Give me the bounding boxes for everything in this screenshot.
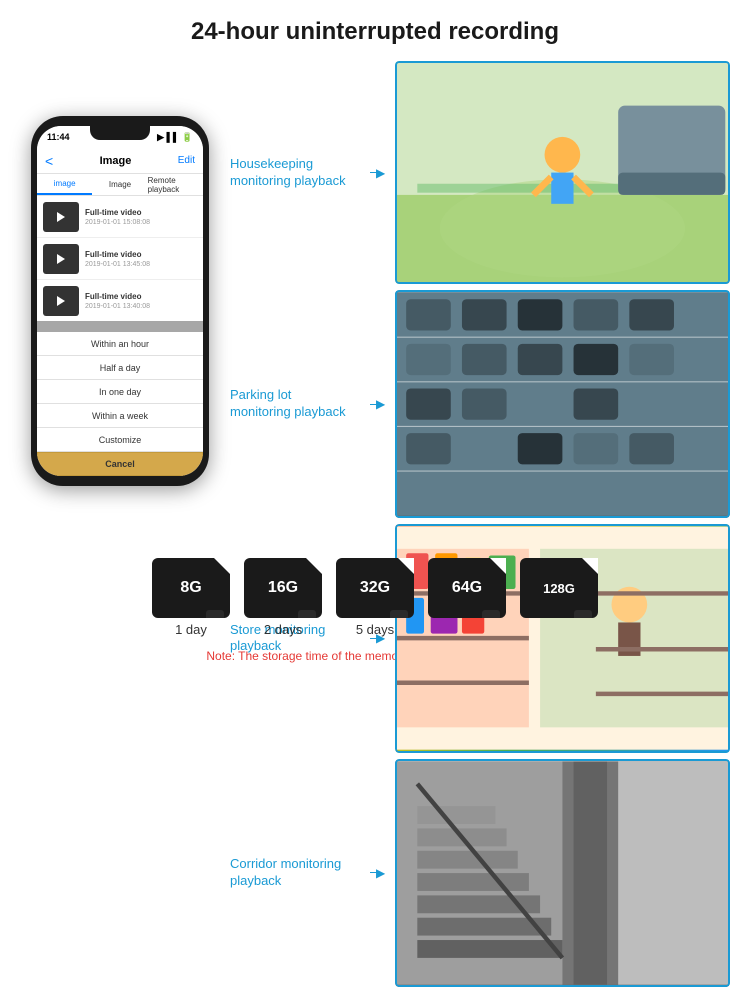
sd-label-16g: 16G (268, 579, 298, 597)
monitoring-label-corridor: Corridor monitoringplayback (230, 856, 360, 890)
sd-card-32g: 32G (336, 558, 414, 618)
video-item-1[interactable]: Full-time video 2019-01-01 15:08:08 (37, 196, 203, 238)
dropdown-item-4[interactable]: Within a week (37, 404, 203, 428)
storage-card-8g: 8G 1 day (152, 558, 230, 637)
phone-time: 11:44 (47, 132, 70, 142)
storage-days-16g: 2 days (264, 622, 302, 637)
video-thumb-3 (43, 286, 79, 316)
tab-image2[interactable]: Image (92, 174, 147, 195)
sd-label-128g: 128G (543, 581, 575, 596)
monitoring-row-corridor: Corridor monitoringplayback ▶ (230, 759, 730, 987)
monitoring-label-housekeeping: Housekeepingmonitoring playback (230, 156, 360, 190)
connector-parking: ▶ (370, 397, 385, 411)
connector-corridor: ▶ (370, 866, 385, 880)
video-info-2: Full-time video 2019-01-01 13:45:08 (85, 250, 197, 268)
video-title-1: Full-time video (85, 208, 197, 217)
dropdown-item-3[interactable]: In one day (37, 380, 203, 404)
storage-days-8g: 1 day (175, 622, 207, 637)
nav-edit-button[interactable]: Edit (178, 155, 195, 166)
video-item-3[interactable]: Full-time video 2019-01-01 13:40:08 (37, 280, 203, 322)
nav-back-button[interactable]: < (45, 153, 53, 169)
video-title-3: Full-time video (85, 292, 197, 301)
phone-screen: 11:44 ▶ ▌▌ 🔋 < Image Edit image Image Re… (37, 126, 203, 476)
sd-card-8g: 8G (152, 558, 230, 618)
sd-label-32g: 32G (360, 579, 390, 597)
page-title: 24-hour uninterrupted recording (20, 18, 730, 46)
parking-photo (395, 290, 730, 518)
phone-nav-bar: < Image Edit (37, 148, 203, 174)
phone-mockup: 11:44 ▶ ▌▌ 🔋 < Image Edit image Image Re… (31, 116, 209, 486)
monitoring-row-housekeeping: Housekeepingmonitoring playback ▶ (230, 61, 730, 284)
sd-card-notch-4 (490, 558, 506, 574)
dropdown-menu: Within an hour Half a day In one day Wit… (37, 332, 203, 476)
sd-label-8g: 8G (180, 579, 201, 597)
phone-container: 11:44 ▶ ▌▌ 🔋 < Image Edit image Image Re… (20, 56, 220, 546)
video-title-2: Full-time video (85, 250, 197, 259)
play-icon-3 (57, 296, 65, 306)
sd-card-notch-1 (214, 558, 230, 574)
monitoring-image-corridor (395, 759, 730, 987)
sd-card-notch-3 (398, 558, 414, 574)
play-icon-1 (57, 212, 65, 222)
tab-image[interactable]: image (37, 174, 92, 195)
video-info-1: Full-time video 2019-01-01 15:08:08 (85, 208, 197, 226)
sd-card-notch-2 (306, 558, 322, 574)
monitoring-image-housekeeping (395, 61, 730, 284)
storage-card-16g: 16G 2 days (244, 558, 322, 637)
video-item-2[interactable]: Full-time video 2019-01-01 13:45:08 (37, 238, 203, 280)
housekeeping-photo (395, 61, 730, 284)
video-date-2: 2019-01-01 13:45:08 (85, 261, 197, 268)
monitoring-label-parking: Parking lotmonitoring playback (230, 387, 360, 421)
sd-card-128g: 128G (520, 558, 598, 618)
monitoring-panels: Housekeepingmonitoring playback ▶ (230, 56, 730, 546)
dropdown-cancel-button[interactable]: Cancel (37, 452, 203, 476)
sd-label-64g: 64G (452, 579, 482, 597)
phone-tabs: image Image Remote playback (37, 174, 203, 196)
corridor-photo (395, 759, 730, 987)
sd-card-16g: 16G (244, 558, 322, 618)
video-thumb-1 (43, 202, 79, 232)
dropdown-overlay: Within an hour Half a day In one day Wit… (37, 321, 203, 476)
storage-days-32g: 5 days (356, 622, 394, 637)
connector-housekeeping: ▶ (370, 166, 385, 180)
video-thumb-2 (43, 244, 79, 274)
video-date-3: 2019-01-01 13:40:08 (85, 303, 197, 310)
main-content: 11:44 ▶ ▌▌ 🔋 < Image Edit image Image Re… (0, 56, 750, 546)
video-date-1: 2019-01-01 15:08:08 (85, 219, 197, 226)
monitoring-image-parking (395, 290, 730, 518)
dropdown-item-2[interactable]: Half a day (37, 356, 203, 380)
tab-remote-playback[interactable]: Remote playback (148, 174, 203, 195)
sd-card-64g: 64G (428, 558, 506, 618)
phone-icons: ▶ ▌▌ 🔋 (157, 132, 193, 143)
dropdown-item-1[interactable]: Within an hour (37, 332, 203, 356)
video-info-3: Full-time video 2019-01-01 13:40:08 (85, 292, 197, 310)
monitoring-row-parking: Parking lotmonitoring playback ▶ (230, 290, 730, 518)
page-header: 24-hour uninterrupted recording (0, 0, 750, 56)
play-icon-2 (57, 254, 65, 264)
nav-title: Image (100, 155, 132, 167)
phone-notch (90, 126, 150, 140)
sd-card-notch-5 (582, 558, 598, 574)
dropdown-item-5[interactable]: Customize (37, 428, 203, 452)
